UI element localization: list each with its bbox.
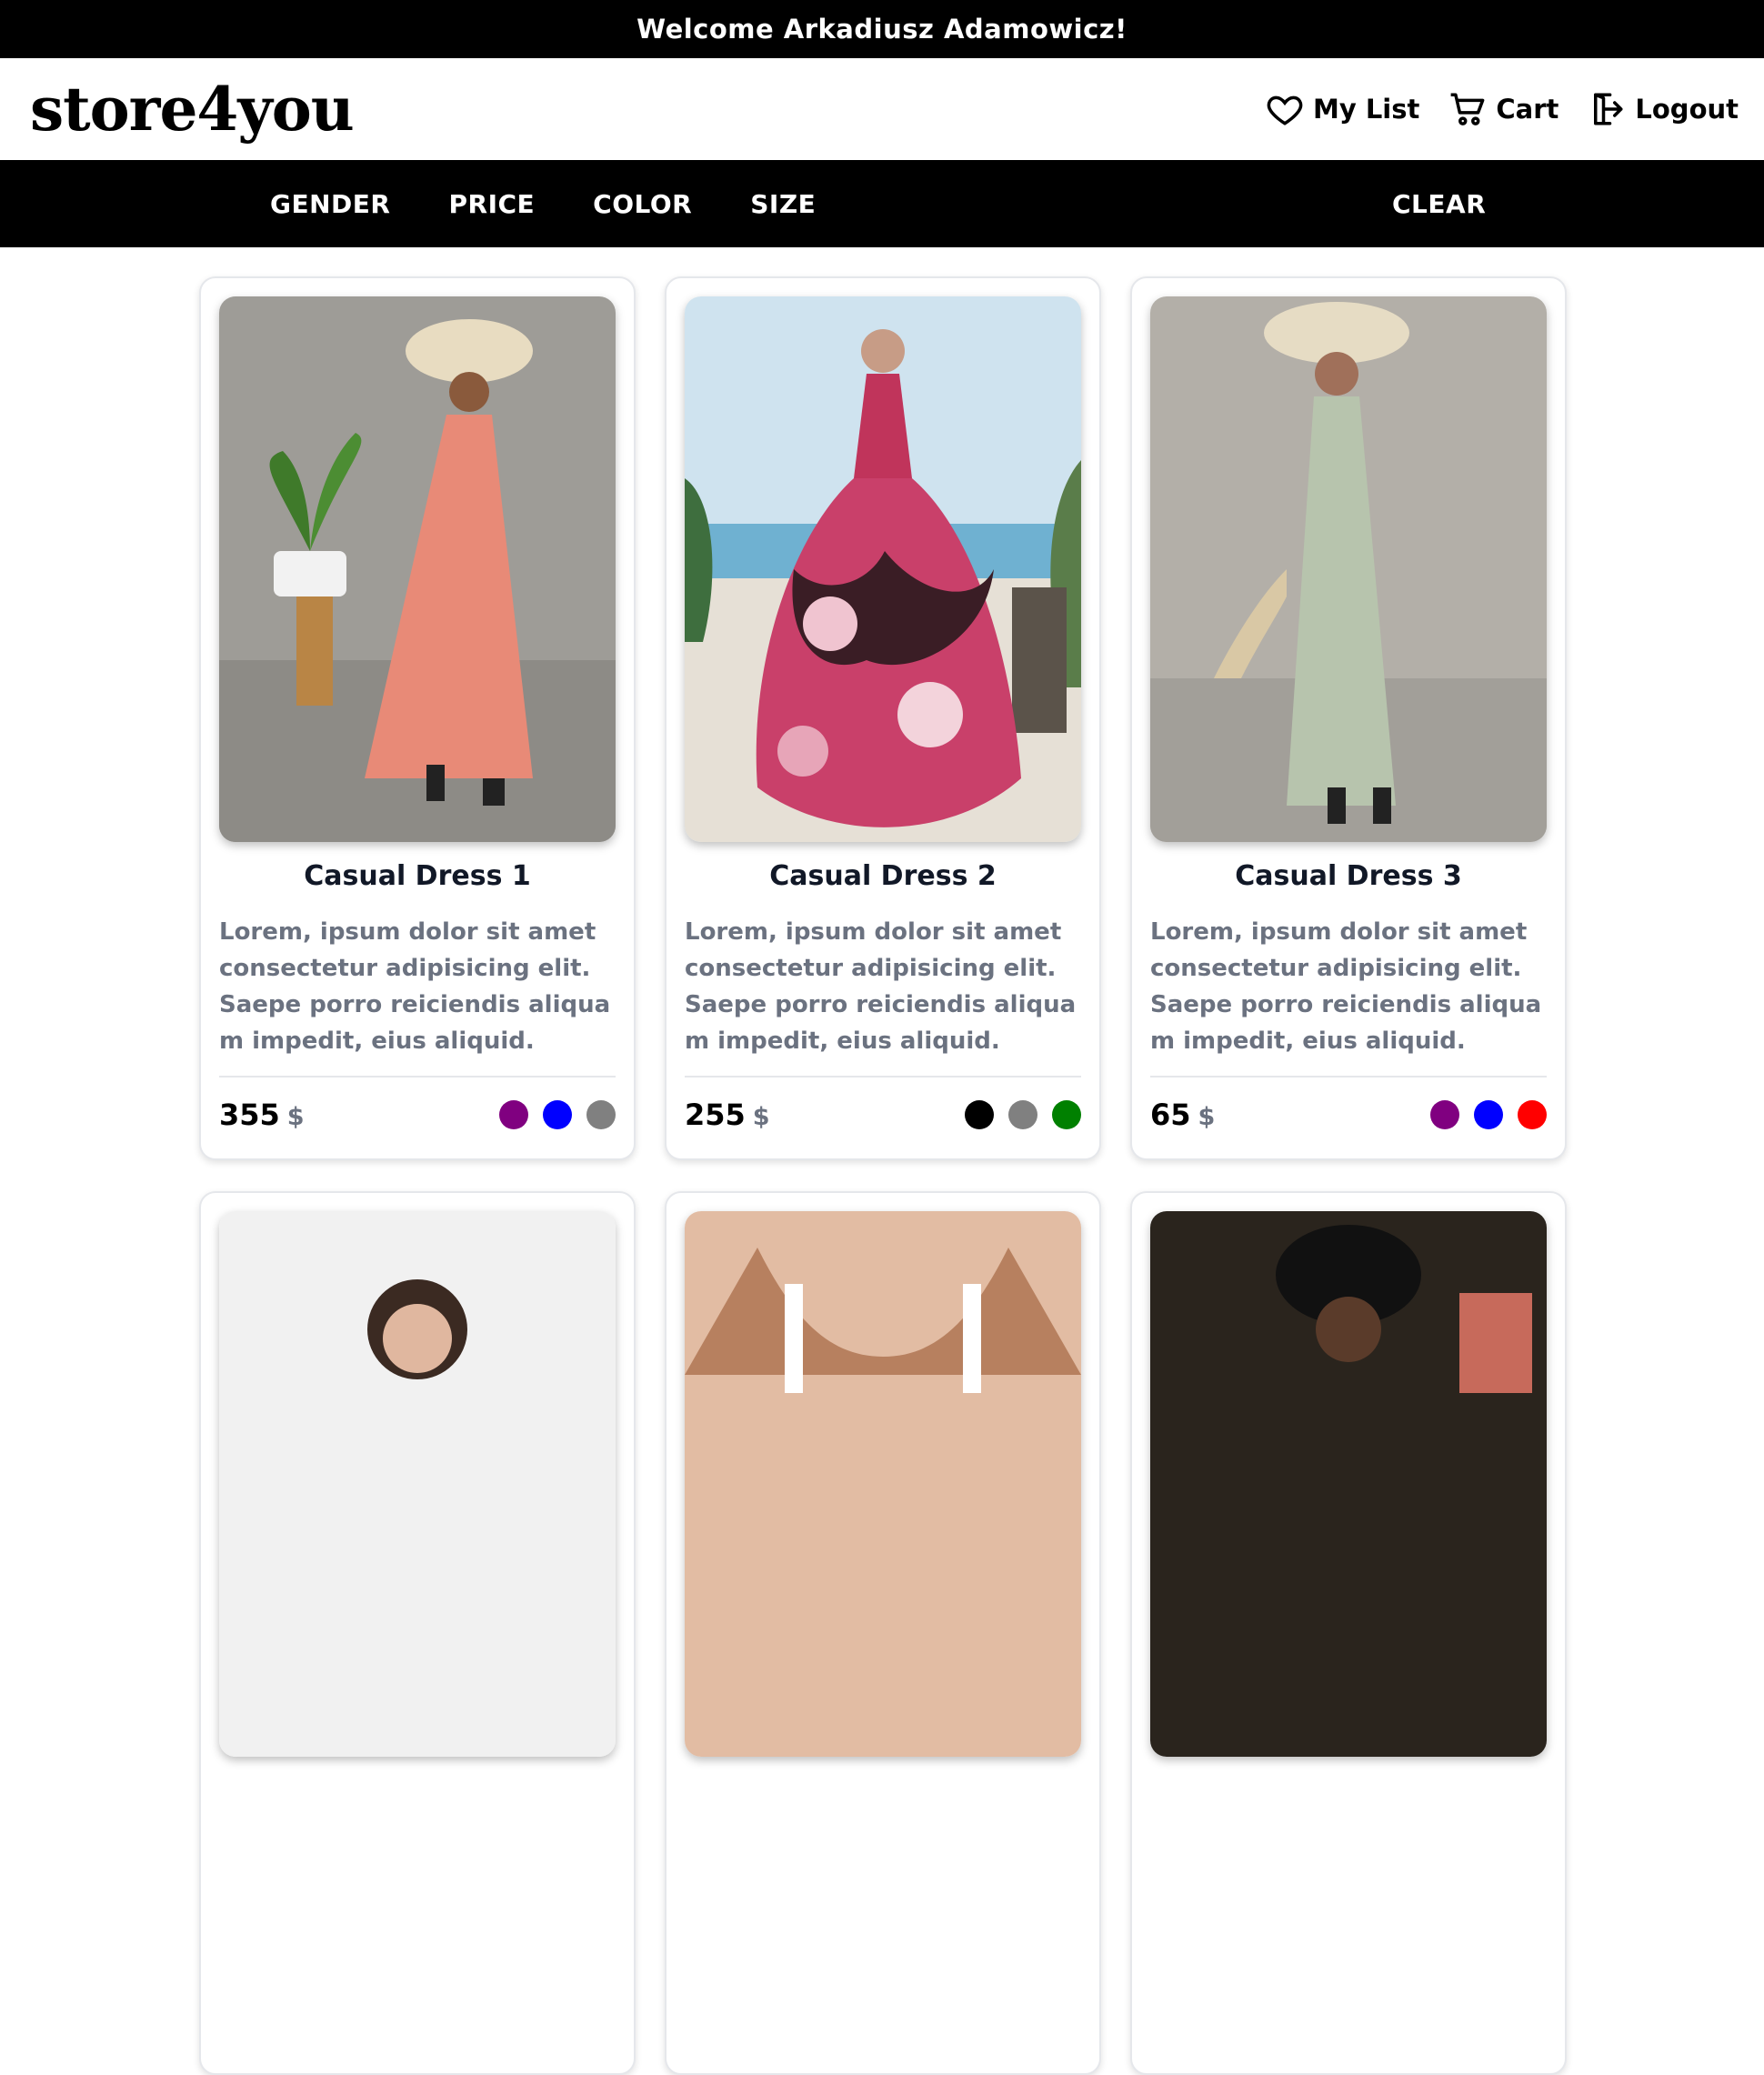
product-price: 355 xyxy=(219,1098,280,1132)
logout-icon xyxy=(1594,93,1623,125)
product-price: 65 xyxy=(1150,1098,1191,1132)
header-nav: My List Cart Logout xyxy=(1266,90,1739,128)
filter-size[interactable]: SIZE xyxy=(750,189,816,219)
color-swatch-blue[interactable] xyxy=(1474,1100,1503,1129)
cart-button[interactable]: Cart xyxy=(1448,90,1559,128)
card-divider xyxy=(685,1076,1081,1078)
color-swatches xyxy=(965,1100,1081,1129)
card-footer: 355 $ xyxy=(219,1098,616,1132)
product-title: Casual Dress 2 xyxy=(769,860,997,892)
product-card[interactable]: Casual Dress 1 Lorem, ipsum dolor sit am… xyxy=(199,276,636,1160)
color-swatch-gray[interactable] xyxy=(586,1100,616,1129)
cart-label: Cart xyxy=(1496,94,1559,125)
product-image[interactable] xyxy=(219,1211,616,1757)
product-image[interactable] xyxy=(219,296,616,842)
filter-gender[interactable]: GENDER xyxy=(270,189,390,219)
product-card[interactable] xyxy=(199,1191,636,2075)
logout-label: Logout xyxy=(1635,94,1739,125)
store-logo[interactable]: store4you xyxy=(30,74,355,145)
currency-symbol: $ xyxy=(752,1103,770,1131)
filter-list: GENDER PRICE COLOR SIZE xyxy=(270,189,816,219)
filter-bar: GENDER PRICE COLOR SIZE CLEAR xyxy=(0,160,1764,247)
color-swatch-black[interactable] xyxy=(965,1100,994,1129)
my-list-button[interactable]: My List xyxy=(1266,90,1419,128)
color-swatch-red[interactable] xyxy=(1518,1100,1547,1129)
product-card[interactable]: Casual Dress 2 Lorem, ipsum dolor sit am… xyxy=(665,276,1101,1160)
welcome-text: Welcome Arkadiusz Adamowicz! xyxy=(636,14,1128,45)
card-divider xyxy=(219,1076,616,1078)
color-swatches xyxy=(499,1100,616,1129)
card-footer: 255 $ xyxy=(685,1098,1081,1132)
filter-color[interactable]: COLOR xyxy=(593,189,692,219)
color-swatch-purple[interactable] xyxy=(499,1100,528,1129)
color-swatches xyxy=(1430,1100,1547,1129)
currency-symbol: $ xyxy=(286,1103,305,1131)
product-grid: Casual Dress 1 Lorem, ipsum dolor sit am… xyxy=(199,276,1567,2075)
clear-filters-button[interactable]: CLEAR xyxy=(1392,189,1486,219)
card-divider xyxy=(1150,1076,1547,1078)
product-image[interactable] xyxy=(1150,296,1547,842)
card-footer: 65 $ xyxy=(1150,1098,1547,1132)
cart-icon xyxy=(1451,93,1485,125)
my-list-label: My List xyxy=(1312,94,1420,125)
product-description: Lorem, ipsum dolor sit amet consectetur … xyxy=(685,918,1077,1055)
product-image[interactable] xyxy=(1150,1211,1547,1757)
color-swatch-gray[interactable] xyxy=(1008,1100,1037,1129)
color-swatch-blue[interactable] xyxy=(543,1100,572,1129)
price-group: 65 $ xyxy=(1150,1098,1215,1132)
heart-icon xyxy=(1267,95,1303,125)
product-description: Lorem, ipsum dolor sit amet consectetur … xyxy=(219,918,611,1055)
product-image[interactable] xyxy=(685,296,1081,842)
price-group: 255 $ xyxy=(685,1098,770,1132)
product-card[interactable]: Casual Dress 3 Lorem, ipsum dolor sit am… xyxy=(1130,276,1567,1160)
product-description: Lorem, ipsum dolor sit amet consectetur … xyxy=(1150,918,1542,1055)
welcome-banner: Welcome Arkadiusz Adamowicz! xyxy=(0,0,1764,58)
color-swatch-green[interactable] xyxy=(1052,1100,1081,1129)
product-image[interactable] xyxy=(685,1211,1081,1757)
logout-button[interactable]: Logout xyxy=(1588,90,1739,128)
product-card[interactable] xyxy=(665,1191,1101,2075)
filter-price[interactable]: PRICE xyxy=(448,189,535,219)
site-header: store4you My List Cart Logout xyxy=(0,58,1764,160)
currency-symbol: $ xyxy=(1198,1103,1216,1131)
price-group: 355 $ xyxy=(219,1098,305,1132)
color-swatch-purple[interactable] xyxy=(1430,1100,1459,1129)
product-title: Casual Dress 1 xyxy=(304,860,531,892)
product-price: 255 xyxy=(685,1098,746,1132)
product-card[interactable] xyxy=(1130,1191,1567,2075)
product-title: Casual Dress 3 xyxy=(1235,860,1462,892)
